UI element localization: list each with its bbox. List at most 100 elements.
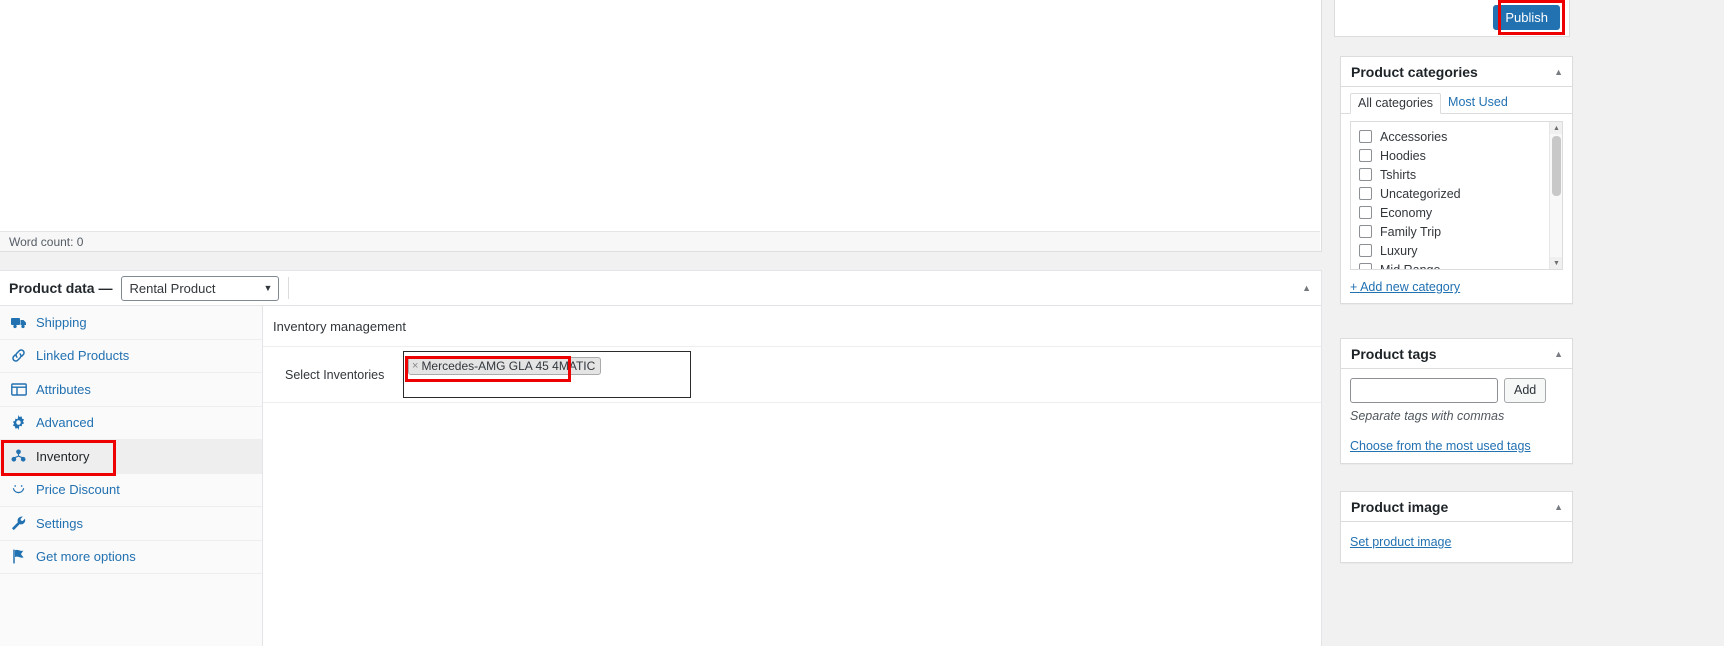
table-icon (10, 382, 27, 397)
category-checkbox[interactable] (1359, 187, 1372, 200)
select-inventories-label: Select Inventories (285, 367, 385, 382)
list-item[interactable]: Hoodies (1351, 146, 1562, 165)
category-label: Uncategorized (1380, 186, 1461, 201)
product-image-metabox: Product image ▲ Set product image (1340, 491, 1573, 563)
tab-label: Advanced (36, 415, 94, 431)
inventory-icon (10, 449, 27, 464)
tag-input-row: Add (1341, 369, 1572, 403)
list-item[interactable]: Luxury (1351, 241, 1562, 260)
category-checkbox[interactable] (1359, 168, 1372, 181)
choose-most-used-tags-link[interactable]: Choose from the most used tags (1350, 439, 1531, 453)
list-item[interactable]: Economy (1351, 203, 1562, 222)
product-image-header: Product image ▲ (1341, 492, 1572, 522)
category-list-scrollbar[interactable]: ▲ ▼ (1549, 122, 1562, 269)
word-count-label: Word count: 0 (9, 234, 84, 249)
tab-settings[interactable]: Settings (0, 507, 262, 541)
product-tags-metabox: Product tags ▲ Add Separate tags with co… (1340, 338, 1573, 464)
chevron-up-icon[interactable]: ▲ (1554, 67, 1563, 77)
product-categories-metabox: Product categories ▲ All categories Most… (1340, 56, 1573, 304)
select-inventories-field[interactable]: × Mercedes-AMG GLA 45 4MATIC (403, 351, 691, 398)
category-tabs: All categories Most Used (1341, 87, 1572, 114)
product-data-body: Shipping Linked Products Attributes Adva… (0, 306, 1321, 646)
list-item[interactable]: Mid Range (1351, 260, 1562, 270)
tab-linked-products[interactable]: Linked Products (0, 339, 262, 373)
tab-all-categories[interactable]: All categories (1350, 93, 1442, 114)
add-tag-button[interactable]: Add (1504, 378, 1547, 403)
product-data-metabox: Product data — Rental Product ▼ ▲ Shippi… (0, 270, 1322, 646)
product-data-title: Product data — (9, 280, 113, 296)
tab-label: Price Discount (36, 482, 120, 498)
wrench-icon (10, 516, 27, 531)
scroll-down-icon[interactable]: ▼ (1550, 257, 1562, 269)
tab-shipping[interactable]: Shipping (0, 306, 262, 340)
product-data-tabs: Shipping Linked Products Attributes Adva… (0, 306, 263, 646)
category-label: Hoodies (1380, 148, 1426, 163)
publish-button[interactable]: Publish (1493, 5, 1560, 30)
tab-label: Get more options (36, 549, 136, 565)
content-editor-metabox: Word count: 0 (0, 0, 1322, 252)
category-list-wrapper: Accessories Hoodies Tshirts Uncategorize… (1350, 121, 1563, 270)
chevron-up-icon[interactable]: ▲ (1554, 502, 1563, 512)
category-label: Luxury (1380, 243, 1418, 258)
tab-attributes[interactable]: Attributes (0, 373, 262, 407)
product-tags-header: Product tags ▲ (1341, 339, 1572, 369)
tab-label: Settings (36, 515, 83, 531)
inventory-panel: Inventory management Select Inventories … (263, 306, 1321, 646)
sidebar: Publish Product categories ▲ All categor… (1334, 0, 1724, 646)
gear-icon (10, 415, 27, 431)
main-column: Word count: 0 Product data — Rental Prod… (0, 0, 1322, 646)
category-label: Family Trip (1380, 224, 1442, 239)
list-item[interactable]: Accessories (1351, 127, 1562, 146)
tab-most-used[interactable]: Most Used (1441, 93, 1515, 113)
category-checkbox[interactable] (1359, 225, 1372, 238)
tab-get-more-options[interactable]: Get more options (0, 540, 262, 574)
category-label: Economy (1380, 205, 1433, 220)
tag-input[interactable] (1350, 378, 1498, 403)
list-item[interactable]: Uncategorized (1351, 184, 1562, 203)
category-list: Accessories Hoodies Tshirts Uncategorize… (1351, 122, 1562, 270)
category-checkbox[interactable] (1359, 130, 1372, 143)
tab-label: Shipping (36, 314, 87, 330)
publish-metabox: Publish (1334, 0, 1570, 37)
tab-advanced[interactable]: Advanced (0, 406, 262, 440)
product-categories-title: Product categories (1351, 63, 1478, 80)
word-count-bar: Word count: 0 (0, 231, 1320, 251)
tab-price-discount[interactable]: Price Discount (0, 473, 262, 507)
category-checkbox[interactable] (1359, 244, 1372, 257)
set-product-image-link[interactable]: Set product image (1350, 535, 1451, 549)
link-icon (10, 348, 27, 363)
inventory-token[interactable]: × Mercedes-AMG GLA 45 4MATIC (408, 357, 602, 375)
category-label: Mid Range (1380, 262, 1441, 270)
chevron-up-icon[interactable]: ▲ (1302, 283, 1311, 293)
flag-icon (10, 549, 27, 564)
product-tags-title: Product tags (1351, 345, 1437, 362)
panel-heading-label: Inventory management (273, 318, 406, 334)
category-label: Tshirts (1380, 167, 1417, 182)
chevron-up-icon[interactable]: ▲ (1554, 349, 1563, 359)
inventory-token-label: Mercedes-AMG GLA 45 4MATIC (421, 359, 596, 373)
category-checkbox[interactable] (1359, 263, 1372, 269)
category-checkbox[interactable] (1359, 149, 1372, 162)
panel-heading: Inventory management (263, 306, 1321, 347)
product-image-title: Product image (1351, 498, 1449, 515)
list-item[interactable]: Tshirts (1351, 165, 1562, 184)
header-divider (288, 277, 290, 299)
select-inventories-row: Select Inventories × Mercedes-AMG GLA 45… (263, 347, 1321, 403)
tag-hint: Separate tags with commas (1350, 409, 1505, 423)
list-item[interactable]: Family Trip (1351, 222, 1562, 241)
category-label: Accessories (1380, 129, 1448, 144)
add-new-category-link[interactable]: + Add new category (1350, 280, 1460, 294)
tab-inventory[interactable]: Inventory (0, 440, 262, 474)
truck-icon (10, 315, 27, 330)
scrollbar-thumb[interactable] (1552, 136, 1561, 196)
editor-content-area[interactable] (0, 0, 1320, 231)
admin-product-editor-screen: Word count: 0 Product data — Rental Prod… (0, 0, 1724, 646)
scroll-up-icon[interactable]: ▲ (1550, 122, 1562, 134)
category-checkbox[interactable] (1359, 206, 1372, 219)
product-type-select-wrapper: Rental Product ▼ (121, 275, 280, 301)
product-type-select[interactable]: Rental Product (121, 275, 280, 301)
product-categories-header: Product categories ▲ (1341, 57, 1572, 87)
product-data-header: Product data — Rental Product ▼ ▲ (0, 271, 1321, 306)
smiley-icon (10, 482, 27, 497)
remove-token-icon[interactable]: × (412, 360, 418, 372)
